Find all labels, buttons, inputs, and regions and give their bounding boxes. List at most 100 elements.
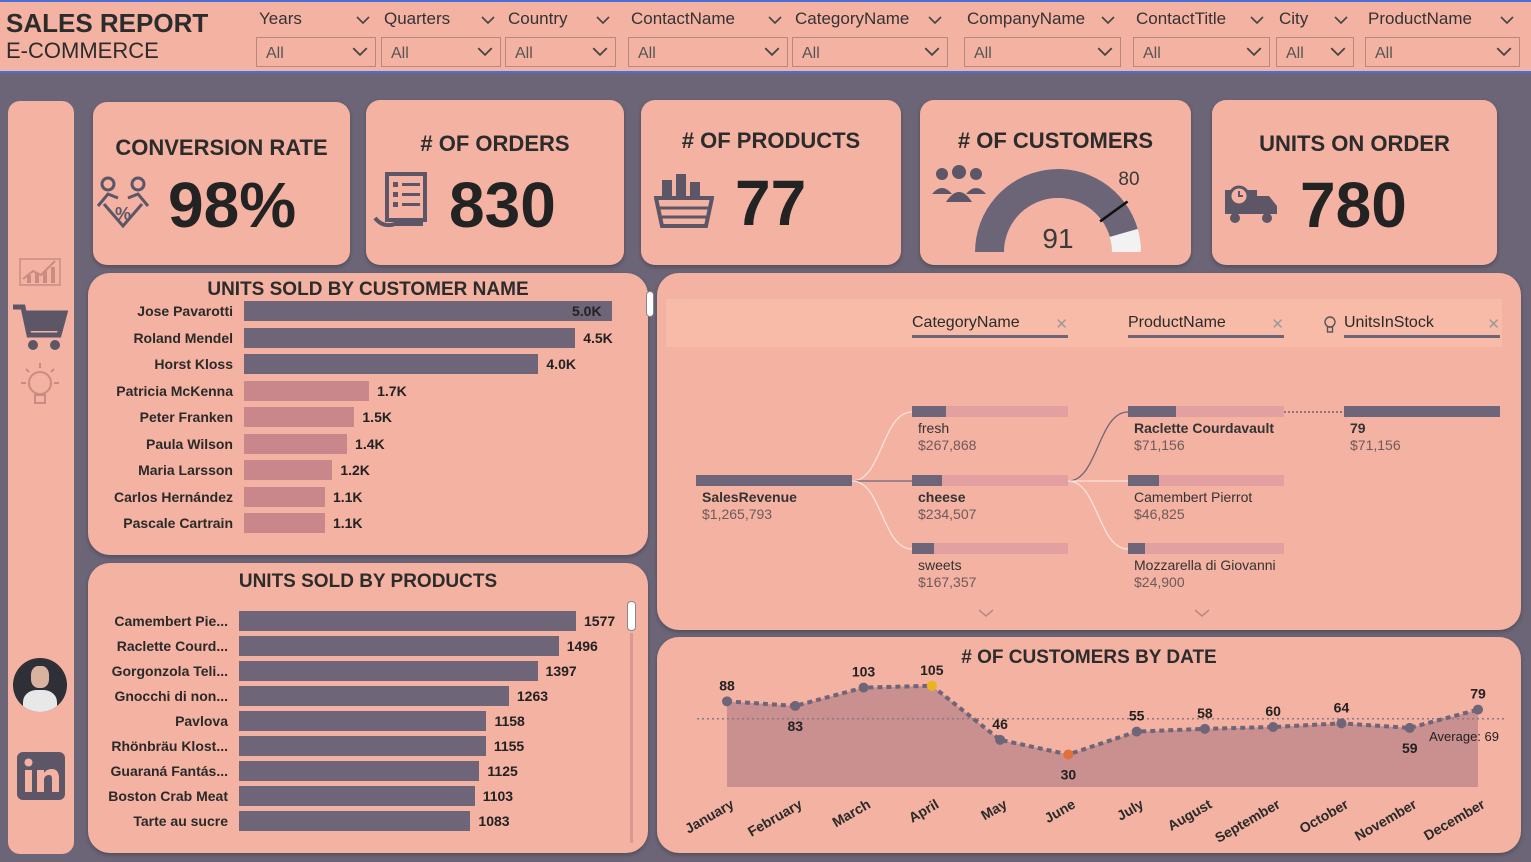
product-bar-row[interactable]: Camembert Pie... 1577: [88, 611, 648, 631]
customer-bar[interactable]: [244, 486, 325, 507]
product-bar-row[interactable]: Pavlova 1158: [88, 711, 648, 731]
product-bar[interactable]: [239, 811, 471, 831]
slicer-dropdown[interactable]: All: [792, 37, 948, 67]
slicer-dropdown[interactable]: All: [1133, 37, 1270, 67]
slicer-dropdown[interactable]: All: [1365, 37, 1520, 67]
slicer-dropdown[interactable]: All: [628, 37, 788, 67]
x-tick-label: August: [1165, 796, 1215, 834]
expand-chevron-icon[interactable]: [977, 608, 995, 618]
slicer-label: Country: [508, 9, 568, 28]
collapse-chevron-icon[interactable]: [1334, 11, 1348, 25]
slicer-dropdown[interactable]: All: [505, 37, 616, 67]
data-label: 79: [1470, 686, 1486, 702]
customer-bar[interactable]: [244, 407, 355, 427]
slicer-quarters[interactable]: Quarters All: [381, 7, 501, 71]
slicer-productname[interactable]: ProductName All: [1365, 7, 1520, 71]
customer-bar-row[interactable]: Maria Larsson 1.2K: [88, 460, 648, 480]
slicer-years[interactable]: Years All: [256, 7, 376, 71]
product-bar-row[interactable]: Rhönbräu Klost... 1155: [88, 736, 648, 756]
data-point[interactable]: [1131, 726, 1142, 737]
idea-icon[interactable]: [17, 361, 63, 409]
data-point[interactable]: [1268, 722, 1279, 732]
data-point[interactable]: [722, 696, 732, 707]
data-point[interactable]: [995, 734, 1006, 745]
data-point[interactable]: [1063, 749, 1074, 760]
customer-bar[interactable]: [244, 354, 539, 374]
slicer-contacttitle[interactable]: ContactTitle All: [1133, 7, 1270, 71]
chart-icon[interactable]: [17, 247, 63, 287]
customer-bar[interactable]: [244, 301, 612, 321]
tree-category-bar[interactable]: [912, 406, 1068, 417]
slicer-dropdown[interactable]: All: [256, 37, 376, 67]
slicer-dropdown[interactable]: All: [964, 37, 1121, 67]
slicer-companyname[interactable]: CompanyName All: [964, 7, 1121, 71]
data-point[interactable]: [790, 700, 801, 711]
linkedin-icon[interactable]: [16, 751, 66, 801]
slicer-contactname[interactable]: ContactName All: [628, 7, 788, 71]
customer-bar[interactable]: [244, 460, 333, 480]
product-bar[interactable]: [239, 661, 538, 681]
customer-bar-row[interactable]: Pascale Cartrain 1.1K: [88, 513, 648, 533]
product-bar[interactable]: [239, 711, 487, 731]
product-bar-row[interactable]: Boston Crab Meat 1103: [88, 786, 648, 806]
tree-product-bar[interactable]: [1128, 406, 1284, 417]
customer-bar[interactable]: [244, 513, 325, 533]
customer-bar[interactable]: [244, 433, 348, 454]
collapse-chevron-icon[interactable]: [596, 11, 610, 25]
tree-product-bar[interactable]: [1128, 475, 1284, 486]
product-bar[interactable]: [239, 636, 559, 656]
kpi-title: UNITS ON ORDER: [1259, 131, 1450, 156]
slicer-city[interactable]: City All: [1276, 7, 1354, 71]
product-bar[interactable]: [239, 611, 576, 631]
product-bar-row[interactable]: Guaraná Fantás... 1125: [88, 761, 648, 781]
collapse-chevron-icon[interactable]: [928, 11, 942, 25]
data-point[interactable]: [1336, 718, 1347, 729]
slicer-value: All: [391, 45, 409, 62]
tree-product-bar[interactable]: [1128, 543, 1284, 554]
collapse-chevron-icon[interactable]: [1101, 11, 1115, 25]
data-point[interactable]: [1199, 723, 1210, 734]
slicer-country[interactable]: Country All: [505, 7, 616, 71]
product-name: Gorgonzola Teli...: [111, 663, 228, 679]
data-point[interactable]: [1404, 722, 1415, 733]
customer-bar[interactable]: [244, 380, 370, 401]
scrollbar[interactable]: [627, 601, 636, 631]
collapse-chevron-icon[interactable]: [356, 11, 370, 25]
product-bar[interactable]: [239, 686, 509, 706]
customer-bar-row[interactable]: Jose Pavarotti 5.0K: [88, 301, 648, 321]
data-point[interactable]: [926, 680, 937, 691]
product-bar-row[interactable]: Raclette Courd... 1496: [88, 636, 648, 656]
customer-bar-row[interactable]: Carlos Hernández 1.1K: [88, 486, 648, 507]
slicer-categoryname[interactable]: CategoryName All: [792, 7, 948, 71]
product-bar[interactable]: [239, 761, 480, 781]
tree-stock-bar[interactable]: [1344, 406, 1500, 417]
collapse-chevron-icon[interactable]: [481, 11, 495, 25]
product-bar-row[interactable]: Gorgonzola Teli... 1397: [88, 661, 648, 681]
customer-bar-row[interactable]: Patricia McKenna 1.7K: [88, 380, 648, 401]
customer-bar-row[interactable]: Horst Kloss 4.0K: [88, 354, 648, 374]
customer-bar[interactable]: [244, 327, 576, 348]
tree-category-bar[interactable]: [912, 543, 1068, 554]
collapse-chevron-icon[interactable]: [1250, 11, 1264, 25]
product-bar-row[interactable]: Tarte au sucre 1083: [88, 811, 648, 831]
tree-product-value: $24,900: [1134, 574, 1185, 590]
slicer-dropdown[interactable]: All: [381, 37, 501, 67]
product-bar-row[interactable]: Gnocchi di non... 1263: [88, 686, 648, 706]
customer-bar-row[interactable]: Roland Mendel 4.5K: [88, 327, 648, 348]
data-point[interactable]: [1473, 704, 1483, 715]
product-bar[interactable]: [239, 786, 475, 806]
slicer-dropdown[interactable]: All: [1276, 37, 1354, 67]
customer-bar-row[interactable]: Paula Wilson 1.4K: [88, 433, 648, 454]
product-bar[interactable]: [239, 736, 486, 756]
expand-chevron-icon[interactable]: [1193, 608, 1211, 618]
x-tick-label: September: [1212, 795, 1283, 845]
collapse-chevron-icon[interactable]: [1500, 11, 1514, 25]
scrollbar[interactable]: [646, 291, 654, 317]
data-point[interactable]: [858, 682, 869, 693]
customer-bar-row[interactable]: Peter Franken 1.5K: [88, 407, 648, 427]
tree-category-bar[interactable]: [912, 475, 1068, 486]
tree-root-bar[interactable]: [696, 475, 852, 486]
avatar[interactable]: [13, 658, 67, 712]
collapse-chevron-icon[interactable]: [768, 11, 782, 25]
cart-icon[interactable]: [11, 301, 69, 353]
